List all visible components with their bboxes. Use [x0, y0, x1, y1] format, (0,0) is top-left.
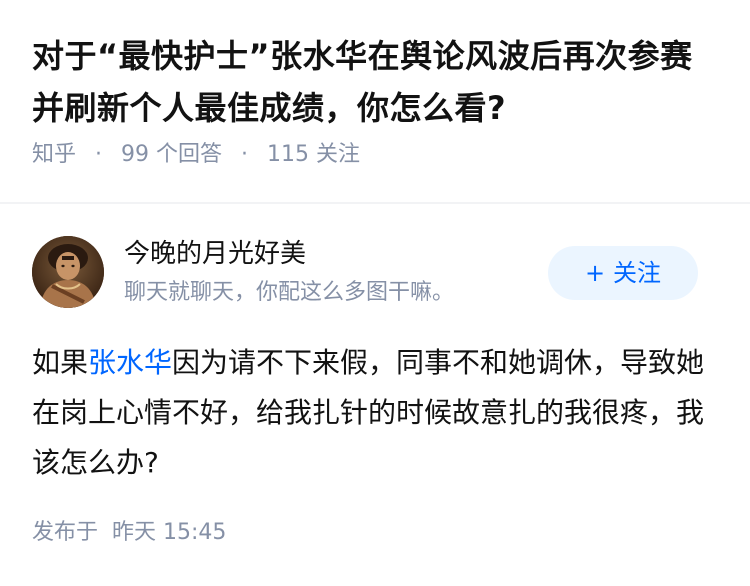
section-divider: [0, 202, 750, 204]
answers-count: 99: [121, 142, 150, 167]
answers-count-link[interactable]: 99 个回答: [121, 142, 229, 167]
followers-count-link[interactable]: 115 关注: [267, 142, 360, 167]
author-info: 今晚的月光好美 聊天就聊天，你配这么多图干嘛。 + 关注: [32, 236, 718, 310]
avatar-photo-icon: [32, 236, 104, 308]
source-label[interactable]: 知乎: [32, 142, 76, 167]
published-time: 昨天 15:45: [112, 520, 227, 545]
answers-label: 个回答: [156, 142, 223, 167]
avatar[interactable]: [32, 236, 104, 308]
author-bio: 聊天就聊天，你配这么多图干嘛。: [124, 280, 455, 305]
meta-separator: ·: [241, 142, 249, 167]
plus-icon: +: [584, 259, 606, 287]
question-meta: 知乎 · 99 个回答 · 115 关注: [32, 140, 718, 170]
answer-text-before: 如果: [32, 346, 89, 379]
follow-label: 关注: [613, 259, 662, 287]
followers-label: 关注: [316, 142, 361, 167]
question-title[interactable]: 对于“最快护士”张水华在舆论风波后再次参赛并刷新个人最佳成绩，你怎么看?: [32, 30, 718, 134]
question-header: 对于“最快护士”张水华在舆论风波后再次参赛并刷新个人最佳成绩，你怎么看? 知乎 …: [0, 0, 750, 200]
meta-separator: ·: [95, 142, 103, 167]
followers-count: 115: [267, 142, 310, 167]
answer-content: 如果张水华因为请不下来假，同事不和她调休，导致她在岗上心情不好，给我扎针的时候故…: [32, 338, 718, 488]
keyword-link[interactable]: 张水华: [88, 346, 172, 379]
follow-button[interactable]: + 关注: [548, 246, 698, 300]
published-label: 发布于: [32, 520, 99, 545]
publish-time: 发布于 昨天 15:45: [32, 518, 226, 548]
author-name[interactable]: 今晚的月光好美: [124, 238, 306, 270]
